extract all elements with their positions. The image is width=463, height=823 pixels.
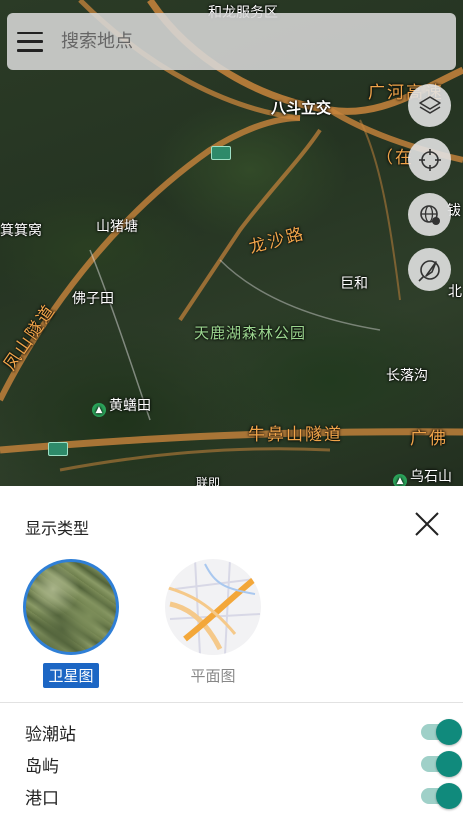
menu-icon[interactable] xyxy=(17,31,43,52)
satellite-option[interactable]: 卫星图 xyxy=(23,559,119,688)
map-label: 八斗立交 xyxy=(271,99,332,117)
close-icon xyxy=(415,512,439,536)
map-label: 巨和 xyxy=(340,276,368,292)
map-label: ▲ 乌石山 xyxy=(393,466,452,486)
compass-icon xyxy=(417,259,440,282)
satellite-label: 卫星图 xyxy=(43,663,99,688)
map-label: 箕箕窝 xyxy=(0,223,42,239)
map-label: 牛鼻山隧道 xyxy=(248,425,343,445)
toggle-label: 岛屿 xyxy=(25,756,59,777)
sheet-title: 显示类型 xyxy=(25,519,90,538)
globe-icon xyxy=(419,204,440,225)
locate-button[interactable] xyxy=(408,138,451,181)
map-label: 佛子田 xyxy=(72,291,114,307)
map-label: 山猪塘 xyxy=(96,219,138,235)
map-label: 广佛 xyxy=(410,429,448,449)
display-type-sheet: 显示类型 卫星图 平面图 验潮站 岛屿 港口 xyxy=(0,486,463,823)
port-toggle[interactable] xyxy=(421,783,462,809)
close-button[interactable] xyxy=(410,507,444,541)
globe-button[interactable] xyxy=(408,193,451,236)
highway-shield-icon xyxy=(48,442,68,456)
map-label: 长落沟 xyxy=(386,368,428,384)
map-label: 天鹿湖森林公园 xyxy=(194,324,307,342)
divider xyxy=(0,702,463,703)
toggle-row: 验潮站 xyxy=(25,718,462,746)
layers-icon xyxy=(418,95,441,114)
map-label: 北 xyxy=(448,284,462,300)
map-label: ▲ 黄蟮田 xyxy=(92,395,151,417)
satellite-thumbnail xyxy=(23,559,119,655)
search-bar xyxy=(7,13,456,70)
poi-icon: ▲ xyxy=(92,403,106,417)
toggle-row: 岛屿 xyxy=(25,750,462,778)
toggle-label: 验潮站 xyxy=(25,724,76,745)
tide-station-toggle[interactable] xyxy=(421,719,462,745)
search-input[interactable] xyxy=(61,31,456,52)
flat-map-option[interactable]: 平面图 xyxy=(165,559,261,688)
highway-shield-icon xyxy=(211,146,231,160)
map-view[interactable]: 和龙服务区 八斗立交 广河高速 （在 钹 箕箕窝 山猪塘 龙沙路 巨和 北 佛子… xyxy=(0,0,463,486)
toggle-label: 港口 xyxy=(25,788,59,809)
poi-icon: ▲ xyxy=(393,474,407,486)
locate-icon xyxy=(418,148,441,171)
flat-map-thumbnail xyxy=(165,559,261,655)
island-toggle[interactable] xyxy=(421,751,462,777)
compass-button[interactable] xyxy=(408,248,451,291)
map-roads xyxy=(0,0,463,472)
flat-map-preview xyxy=(165,559,261,655)
map-label: 联即 xyxy=(196,476,221,486)
layers-button[interactable] xyxy=(408,84,451,127)
toggle-row: 港口 xyxy=(25,782,462,810)
flat-map-label: 平面图 xyxy=(190,667,236,685)
